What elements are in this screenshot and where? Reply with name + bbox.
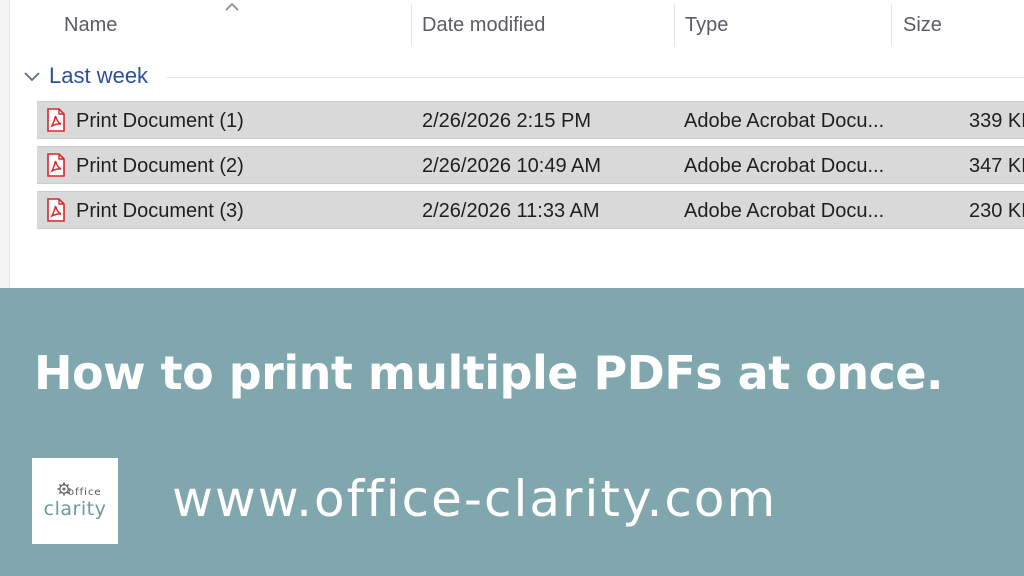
file-row[interactable]: Print Document (3) 2/26/2026 11:33 AM Ad… xyxy=(37,191,1024,229)
file-size: 347 KB xyxy=(969,155,1024,177)
office-clarity-logo: office clarity xyxy=(32,458,118,544)
file-type: Adobe Acrobat Docu... xyxy=(684,110,885,132)
sort-ascending-caret-icon xyxy=(225,2,239,11)
website-url: www.office-clarity.com xyxy=(172,470,778,528)
file-size: 339 KB xyxy=(969,110,1024,132)
group-header-last-week[interactable]: Last week xyxy=(22,58,148,94)
file-size: 230 KB xyxy=(969,200,1024,222)
title-banner: How to print multiple PDFs at once. offi… xyxy=(0,288,1024,576)
column-header-type-label: Type xyxy=(685,14,729,36)
file-row[interactable]: Print Document (2) 2/26/2026 10:49 AM Ad… xyxy=(37,146,1024,184)
pdf-icon xyxy=(47,153,65,177)
logo-word-office: office xyxy=(68,487,102,498)
column-header-type[interactable]: Type xyxy=(675,0,891,48)
file-name: Print Document (2) xyxy=(76,155,244,177)
file-date-modified: 2/26/2026 11:33 AM xyxy=(422,200,600,222)
column-header-date-modified[interactable]: Date modified xyxy=(412,0,674,48)
column-header-name-label: Name xyxy=(64,14,118,36)
headline: How to print multiple PDFs at once. xyxy=(34,346,944,400)
logo-word-clarity: clarity xyxy=(43,498,107,520)
group-divider xyxy=(166,77,1024,78)
file-type: Adobe Acrobat Docu... xyxy=(684,200,885,222)
file-date-modified: 2/26/2026 2:15 PM xyxy=(422,110,592,132)
navigation-pane-edge xyxy=(0,0,10,288)
file-name: Print Document (3) xyxy=(76,200,244,222)
pdf-icon xyxy=(47,198,65,222)
chevron-down-icon xyxy=(24,72,40,82)
file-type: Adobe Acrobat Docu... xyxy=(684,155,885,177)
file-explorer-pane: Name Date modified Type Size Last week P… xyxy=(0,0,1024,288)
file-date-modified: 2/26/2026 10:49 AM xyxy=(422,155,602,177)
column-header-size-label: Size xyxy=(903,14,942,36)
file-name: Print Document (1) xyxy=(76,110,244,132)
column-divider[interactable] xyxy=(891,4,892,46)
column-header-date-label: Date modified xyxy=(422,14,546,36)
group-label: Last week xyxy=(49,63,149,88)
pdf-icon xyxy=(47,108,65,132)
column-header-size[interactable]: Size xyxy=(893,0,1024,48)
file-row[interactable]: Print Document (1) 2/26/2026 2:15 PM Ado… xyxy=(37,101,1024,139)
